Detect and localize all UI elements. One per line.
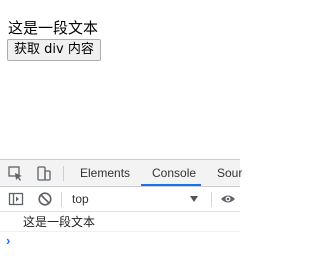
console-prompt[interactable]: › bbox=[6, 233, 10, 249]
console-message: 这是一段文本 bbox=[0, 213, 240, 232]
page-viewport: 这是一段文本 获取 div 内容 bbox=[0, 0, 240, 159]
tab-elements[interactable]: Elements bbox=[80, 160, 130, 187]
show-sidebar-icon[interactable] bbox=[8, 191, 24, 207]
active-tab-indicator bbox=[141, 184, 201, 186]
inspect-element-icon[interactable] bbox=[7, 165, 24, 182]
toolbar-divider bbox=[63, 166, 64, 181]
context-selector[interactable]: top bbox=[72, 187, 89, 212]
devtools-tabbar: Elements Console Sour bbox=[0, 160, 242, 187]
tab-console[interactable]: Console bbox=[152, 160, 196, 187]
chevron-down-icon[interactable] bbox=[190, 196, 198, 202]
eye-icon[interactable] bbox=[220, 191, 236, 207]
tab-sources[interactable]: Sour bbox=[217, 160, 242, 187]
clear-console-icon[interactable] bbox=[37, 191, 53, 207]
console-toolbar-divider bbox=[61, 192, 62, 207]
get-div-content-button[interactable]: 获取 div 内容 bbox=[7, 39, 101, 61]
page-text: 这是一段文本 bbox=[8, 19, 99, 37]
console-toolbar-divider bbox=[211, 192, 212, 207]
console-message-text: 这是一段文本 bbox=[23, 215, 96, 229]
device-toolbar-icon[interactable] bbox=[35, 165, 52, 182]
console-toolbar: top bbox=[0, 187, 240, 212]
devtools-panel: Elements Console Sour top 这是一段文本 › bbox=[0, 159, 242, 258]
